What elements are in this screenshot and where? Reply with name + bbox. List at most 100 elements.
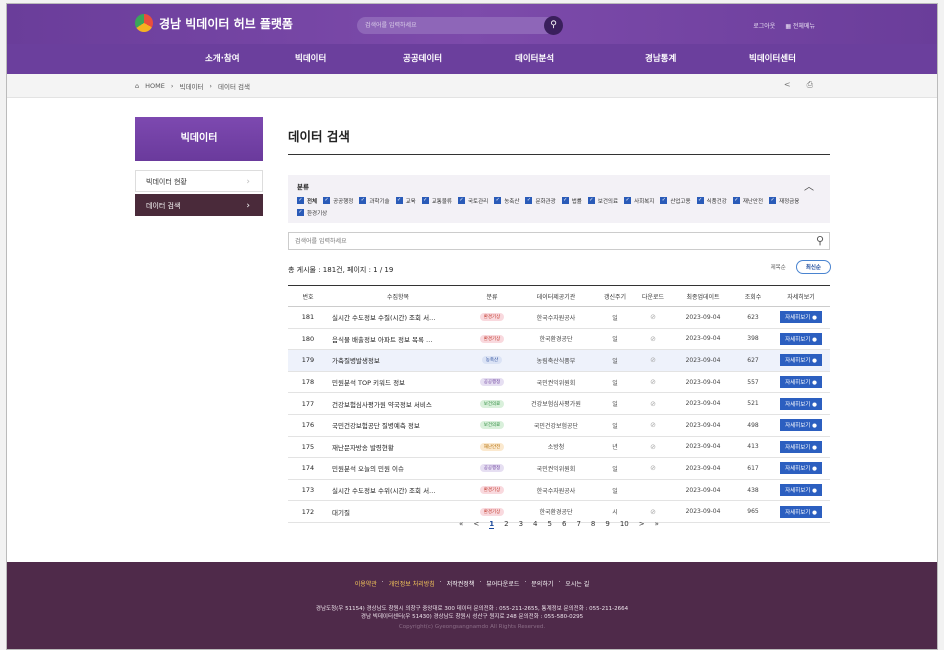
category-checkbox[interactable]: ✓ 교육 bbox=[395, 196, 416, 205]
category-checkbox[interactable]: ✓ 산업고용 bbox=[660, 196, 691, 205]
detail-button[interactable]: 자세히보기 ● bbox=[780, 419, 822, 432]
attachment-icon[interactable]: ⊘ bbox=[650, 508, 656, 516]
table-row[interactable]: 176 국민건강보험공단 질병예측 정보 보건의료 국민건강보험공단 일 ⊘ 2023-09… bbox=[288, 414, 830, 437]
row-title[interactable]: 국민건강보험공단 질병예측 정보 bbox=[328, 414, 468, 437]
table-row[interactable]: 177 건강보험심사평가원 약국정보 서비스 보건의료 건강보험심사평가원 일 ⊘ 2023… bbox=[288, 392, 830, 415]
detail-button[interactable]: 자세히보기 ● bbox=[780, 397, 822, 410]
table-row[interactable]: 179 가축질병발생정보 농축산 농림축산식품부 일 ⊘ 2023-09-04 627 자세히보… bbox=[288, 349, 830, 372]
share-icon[interactable]: < bbox=[784, 80, 791, 90]
page-link[interactable]: 5 bbox=[548, 520, 552, 529]
all-menu-link[interactable]: ▦ 전체메뉴 bbox=[785, 21, 815, 30]
top-search-input[interactable] bbox=[365, 19, 535, 32]
attachment-icon[interactable]: ⊘ bbox=[650, 421, 656, 429]
table-row[interactable]: 175 재난문자방송 발령현황 재난안전 소방청 년 ⊘ 2023-09-04 413 자세히보… bbox=[288, 436, 830, 459]
nav-item-intro[interactable]: 소개·참여 bbox=[205, 44, 295, 74]
category-checkbox[interactable]: ✓ 법률 bbox=[561, 196, 582, 205]
nav-item-analysis[interactable]: 데이터분석 bbox=[515, 44, 645, 74]
search-icon[interactable]: ⚲ bbox=[816, 234, 824, 247]
detail-button[interactable]: 자세히보기 ● bbox=[780, 440, 822, 453]
row-title[interactable]: 실시간 수도정보 수위(시간) 조회 서… bbox=[328, 479, 468, 502]
breadcrumb-bigdata[interactable]: 빅데이터 bbox=[179, 81, 203, 91]
table-row[interactable]: 178 민원분석 TOP 키워드 정보 공공행정 국민권익위원회 일 ⊘ 2023-09-0… bbox=[288, 371, 830, 394]
print-icon[interactable]: ⎙ bbox=[807, 80, 813, 90]
row-title[interactable]: 민원분석 TOP 키워드 정보 bbox=[328, 371, 468, 394]
footer-link[interactable]: 이용약관 bbox=[355, 579, 377, 588]
attachment-icon[interactable]: ⊘ bbox=[650, 464, 656, 472]
detail-button[interactable]: 자세히보기 ● bbox=[780, 462, 822, 475]
table-row[interactable]: 180 음식물 배출정보 아파트 정보 목록 … 환경기상 한국환경공단 일 ⊘ 2023-… bbox=[288, 328, 830, 351]
page-link[interactable]: 10 bbox=[620, 520, 629, 529]
page-link[interactable]: 1 bbox=[489, 520, 495, 529]
detail-button[interactable]: 자세히보기 ● bbox=[780, 505, 822, 518]
category-checkbox[interactable]: ✓ 사회복지 bbox=[624, 196, 654, 205]
sidebar-item-status[interactable]: 빅데이터 현황 › bbox=[135, 170, 263, 192]
page-link[interactable]: 3 bbox=[519, 520, 523, 529]
category-name: 재난안전 bbox=[742, 198, 764, 205]
pager-nav[interactable]: « bbox=[459, 520, 463, 529]
category-checkbox[interactable]: ✓ 전체 bbox=[297, 196, 317, 205]
row-date: 2023-09-04 bbox=[672, 414, 734, 437]
attachment-icon[interactable]: ⊘ bbox=[650, 443, 656, 451]
page-link[interactable]: 2 bbox=[504, 520, 508, 529]
logout-link[interactable]: 로그아웃 bbox=[753, 21, 775, 30]
page-link[interactable]: 4 bbox=[533, 520, 537, 529]
table-row[interactable]: 173 실시간 수도정보 수위(시간) 조회 서… 환경기상 한국수자원공사 일 2023… bbox=[288, 479, 830, 502]
sort-latest-button[interactable]: 최신순 bbox=[795, 260, 831, 274]
category-name: 산업고용 bbox=[670, 198, 691, 205]
attachment-icon[interactable]: ⊘ bbox=[650, 313, 656, 321]
detail-button[interactable]: 자세히보기 ● bbox=[780, 311, 822, 324]
nav-item-public-data[interactable]: 공공데이터 bbox=[403, 44, 515, 74]
nav-item-bigdata[interactable]: 빅데이터 bbox=[295, 44, 403, 74]
row-title[interactable]: 실시간 수도정보 수질(시간) 조회 서… bbox=[328, 306, 468, 329]
detail-button[interactable]: 자세히보기 ● bbox=[780, 332, 822, 345]
category-checkbox[interactable]: ✓ 환경기상 bbox=[297, 208, 327, 217]
row-title[interactable]: 민원분석 오늘의 민원 이슈 bbox=[328, 457, 468, 480]
page-link[interactable]: 9 bbox=[605, 520, 609, 529]
sidebar-item-search[interactable]: 데이터 검색 › bbox=[135, 194, 263, 216]
breadcrumb-home[interactable]: HOME bbox=[145, 82, 165, 90]
detail-button[interactable]: 자세히보기 ● bbox=[780, 354, 822, 367]
category-checkbox[interactable]: ✓ 공공행정 bbox=[323, 196, 353, 205]
nav-item-statistics[interactable]: 경남통계 bbox=[645, 44, 749, 74]
row-title[interactable]: 재난문자방송 발령현황 bbox=[328, 436, 468, 459]
page-link[interactable]: 7 bbox=[576, 520, 580, 529]
row-title[interactable]: 가축질병발생정보 bbox=[328, 349, 468, 372]
row-title[interactable]: 음식물 배출정보 아파트 정보 목록 … bbox=[328, 328, 468, 351]
category-checkbox[interactable]: ✓ 보건의료 bbox=[587, 196, 618, 205]
attachment-icon[interactable]: ⊘ bbox=[650, 335, 656, 343]
search-icon[interactable]: ⚲ bbox=[544, 16, 563, 35]
category-checkbox[interactable]: ✓ 과학기술 bbox=[359, 196, 390, 205]
category-checkbox[interactable]: ✓ 식품건강 bbox=[696, 196, 727, 205]
row-title[interactable]: 건강보험심사평가원 약국정보 서비스 bbox=[328, 392, 468, 415]
chevron-up-icon[interactable]: ︿ bbox=[804, 178, 814, 193]
attachment-icon[interactable]: ⊘ bbox=[650, 400, 656, 408]
page-link[interactable]: 8 bbox=[591, 520, 595, 529]
nav-item-center[interactable]: 빅데이터센터 bbox=[749, 44, 869, 74]
category-checkbox[interactable]: ✓ 재난안전 bbox=[732, 196, 764, 205]
category-checkbox[interactable]: ✓ 문화관광 bbox=[525, 196, 556, 205]
footer-link[interactable]: 개인정보 처리방침 bbox=[389, 579, 435, 588]
category-checkbox[interactable]: ✓ 농축산 bbox=[494, 196, 519, 205]
detail-button[interactable]: 자세히보기 ● bbox=[780, 484, 822, 497]
data-search-input[interactable] bbox=[295, 236, 775, 247]
pager-nav[interactable]: < bbox=[473, 520, 479, 529]
category-checkbox[interactable]: ✓ 국토관리 bbox=[458, 196, 488, 205]
footer-link[interactable]: 오시는 길 bbox=[565, 579, 589, 588]
sort-title-button[interactable]: 제목순 bbox=[767, 260, 790, 274]
footer-link[interactable]: 뷰어다운로드 bbox=[486, 579, 519, 588]
site-logo[interactable]: 경남 빅데이터 허브 플랫폼 bbox=[135, 14, 293, 32]
pager-nav[interactable]: » bbox=[655, 520, 659, 529]
table-row[interactable]: 174 민원분석 오늘의 민원 이슈 공공행정 국민권익위원회 일 ⊘ 2023-09-04… bbox=[288, 457, 830, 480]
home-icon[interactable]: ⌂ bbox=[135, 82, 139, 90]
pager-nav[interactable]: > bbox=[639, 520, 645, 529]
category-checkbox[interactable]: ✓ 재정금융 bbox=[769, 196, 799, 205]
page-link[interactable]: 6 bbox=[562, 520, 566, 529]
attachment-icon[interactable]: ⊘ bbox=[650, 356, 656, 364]
attachment-icon[interactable]: ⊘ bbox=[650, 378, 656, 386]
detail-button[interactable]: 자세히보기 ● bbox=[780, 376, 822, 389]
row-date: 2023-09-04 bbox=[672, 306, 734, 329]
category-checkbox[interactable]: ✓ 교통물류 bbox=[421, 196, 452, 205]
footer-link[interactable]: 저작권정책 bbox=[447, 579, 475, 588]
table-row[interactable]: 181 실시간 수도정보 수질(시간) 조회 서… 환경기상 한국수자원공사 일 ⊘ 202… bbox=[288, 306, 830, 329]
footer-link[interactable]: 문의하기 bbox=[531, 579, 553, 588]
